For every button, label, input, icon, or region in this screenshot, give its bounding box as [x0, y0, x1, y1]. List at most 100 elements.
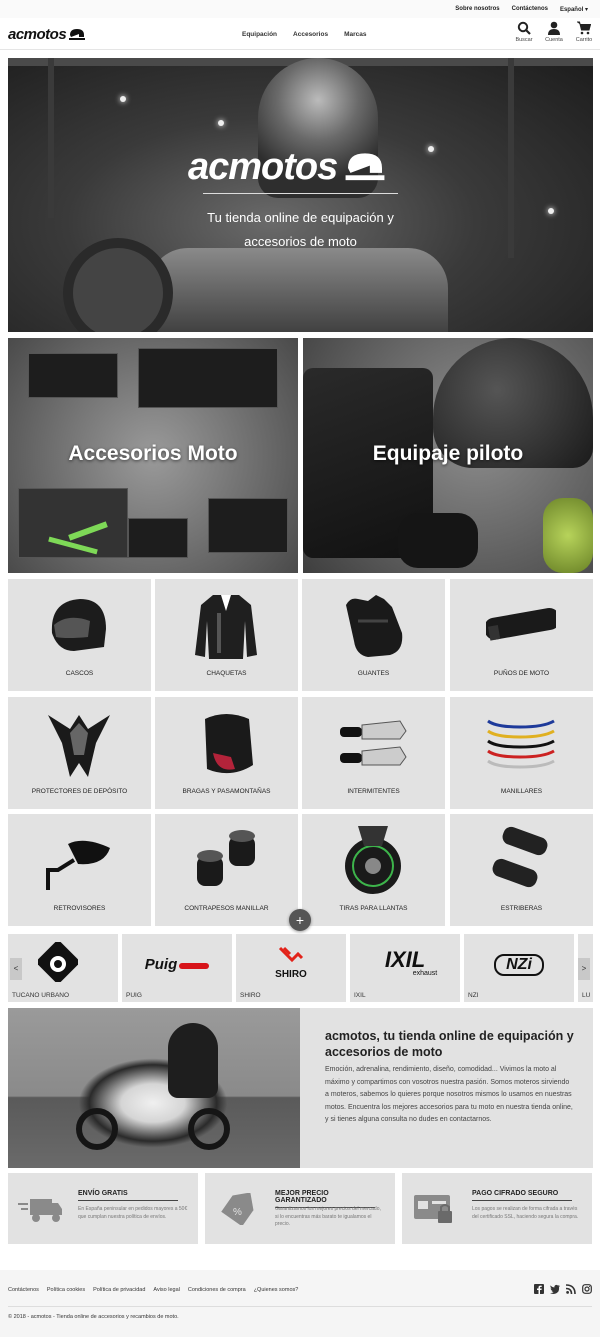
language-selector[interactable]: Español — [560, 6, 588, 13]
show-more-button[interactable]: + — [289, 909, 311, 931]
instagram-icon[interactable] — [582, 1284, 592, 1294]
header-actions: Buscar Cuenta Carrito — [514, 21, 594, 43]
cart-button[interactable]: Carrito — [574, 21, 594, 43]
brand-name: TUCANO URBANO — [12, 992, 70, 999]
footer-link-contact[interactable]: Contáctenos — [8, 1287, 39, 1293]
ixil-logo-text: IXIL — [384, 947, 426, 972]
product-box-image — [128, 518, 188, 558]
category-estriberas[interactable]: ESTRIBERAS — [450, 814, 593, 926]
search-icon — [517, 21, 531, 35]
category-label: PUÑOS DE MOTO — [493, 670, 550, 677]
facebook-icon[interactable] — [534, 1284, 544, 1294]
hero-tagline-line-1: Tu tienda online de equipación y — [207, 210, 394, 225]
shiro-logo-text: SHIRO — [275, 969, 307, 980]
rss-icon[interactable] — [566, 1284, 576, 1294]
category-label: PROTECTORES DE DEPÓSITO — [31, 788, 128, 795]
brand-ixil[interactable]: IXIL exhaust IXIL — [350, 934, 460, 1002]
feature-shipping: ENVÍO GRATIS En España peninsular en ped… — [8, 1173, 198, 1244]
nzi-logo: NZi — [464, 954, 574, 976]
site-footer: Contáctenos Política cookies Política de… — [0, 1270, 600, 1337]
category-punos[interactable]: PUÑOS DE MOTO — [450, 579, 593, 691]
category-contrapesos[interactable]: CONTRAPESOS MANILLAR — [155, 814, 298, 926]
rear-wheel-image — [188, 1108, 230, 1150]
promo-equipment[interactable]: Equipaje piloto — [303, 338, 593, 573]
category-chaquetas[interactable]: CHAQUETAS — [155, 579, 298, 691]
brand-name: SHIRO — [240, 992, 261, 999]
category-intermitentes[interactable]: INTERMITENTES — [302, 697, 445, 809]
category-label: CASCOS — [65, 670, 94, 677]
nav-marcas[interactable]: Marcas — [344, 31, 366, 38]
feature-secure-payment: PAGO CIFRADO SEGURO Los pagos se realiza… — [402, 1173, 592, 1244]
category-label: CONTRAPESOS MANILLAR — [184, 905, 269, 912]
hero-light — [218, 120, 224, 126]
footer-link-terms[interactable]: Condiciones de compra — [188, 1287, 246, 1293]
promo-accessories[interactable]: Accesorios Moto — [8, 338, 298, 573]
about-title: acmotos, tu tienda online de equipación … — [325, 1029, 574, 1059]
cart-label: Carrito — [575, 37, 593, 43]
category-label: INTERMITENTES — [347, 788, 400, 795]
nav-accesorios[interactable]: Accesorios — [293, 31, 328, 38]
category-label: GUANTES — [357, 670, 390, 677]
brand-puig[interactable]: Puig PUIG — [122, 934, 232, 1002]
visor-image — [543, 498, 593, 573]
brand-nzi[interactable]: NZi NZI — [464, 934, 574, 1002]
carousel-prev-button[interactable]: < — [10, 958, 22, 980]
category-bragas[interactable]: BRAGAS Y PASAMONTAÑAS — [155, 697, 298, 809]
product-box-image — [28, 353, 118, 398]
svg-text:%: % — [233, 1207, 242, 1218]
category-cascos[interactable]: CASCOS — [8, 579, 151, 691]
grip-icon — [486, 607, 556, 641]
category-tiras[interactable]: TIRAS PARA LLANTAS — [302, 814, 445, 926]
footer-link-about[interactable]: ¿Quienes somos? — [254, 1287, 299, 1293]
brand-name: NZI — [468, 992, 479, 999]
footer-links: Contáctenos Política cookies Política de… — [8, 1287, 298, 1293]
category-guantes[interactable]: GUANTES — [302, 579, 445, 691]
hero-logo-text: acmotos — [188, 146, 338, 188]
category-protectores[interactable]: PROTECTORES DE DEPÓSITO — [8, 697, 151, 809]
puig-logo-text: Puig — [144, 956, 178, 973]
nzi-logo-text: NZi — [494, 954, 544, 976]
rider-image — [168, 1023, 218, 1098]
site-logo[interactable]: acmotos — [8, 26, 86, 43]
carousel-next-button[interactable]: > — [578, 958, 590, 980]
footer-link-cookies[interactable]: Política cookies — [47, 1287, 85, 1293]
brand-shiro[interactable]: SHIRO SHIRO — [236, 934, 346, 1002]
wheel-icon — [345, 826, 401, 894]
footer-link-legal[interactable]: Aviso legal — [153, 1287, 180, 1293]
turn-signal-icon — [340, 720, 407, 766]
glove-image — [398, 513, 478, 568]
hero-divider — [203, 193, 398, 194]
category-label: BRAGAS Y PASAMONTAÑAS — [182, 788, 271, 795]
category-label: ESTRIBERAS — [500, 905, 543, 912]
shiro-logo: SHIRO — [236, 946, 346, 980]
category-label: TIRAS PARA LLANTAS — [339, 905, 408, 912]
search-label: Buscar — [515, 37, 533, 43]
handlebar-icon — [487, 719, 555, 769]
brand-name: PUIG — [126, 992, 142, 999]
about-link[interactable]: Sobre nosotros — [455, 6, 499, 12]
hero-light — [120, 96, 126, 102]
account-button[interactable]: Cuenta — [544, 21, 564, 43]
social-links — [534, 1284, 592, 1294]
logo-text: acmotos — [8, 26, 67, 43]
about-body: Emoción, adrenalina, rendimiento, diseño… — [325, 1066, 573, 1123]
contact-link[interactable]: Contáctenos — [512, 6, 548, 12]
feature-desc: En España peninsular en pedidos mayores … — [78, 1206, 188, 1220]
jacket-icon — [195, 595, 257, 659]
hero-banner[interactable]: acmotos Tu tienda online de equipación y… — [8, 58, 593, 332]
tank-pad-icon — [48, 715, 110, 777]
truck-icon — [18, 1199, 62, 1222]
brand-tucano[interactable]: TUCANO URBANO — [8, 934, 118, 1002]
footer-link-privacy[interactable]: Política de privacidad — [93, 1287, 145, 1293]
category-manillares[interactable]: MANILLARES — [450, 697, 593, 809]
puig-swoosh — [179, 963, 210, 969]
ixil-logo: IXIL exhaust — [350, 947, 460, 978]
nav-equipacion[interactable]: Equipación — [242, 31, 277, 38]
account-label: Cuenta — [545, 37, 563, 43]
copyright: © 2018 - acmotos - Tienda online de acce… — [8, 1314, 179, 1320]
category-retrovisores[interactable]: RETROVISORES — [8, 814, 151, 926]
feature-title: PAGO CIFRADO SEGURO — [472, 1190, 572, 1201]
twitter-icon[interactable] — [550, 1284, 560, 1294]
helmet-icon — [51, 599, 106, 651]
search-button[interactable]: Buscar — [514, 21, 534, 43]
